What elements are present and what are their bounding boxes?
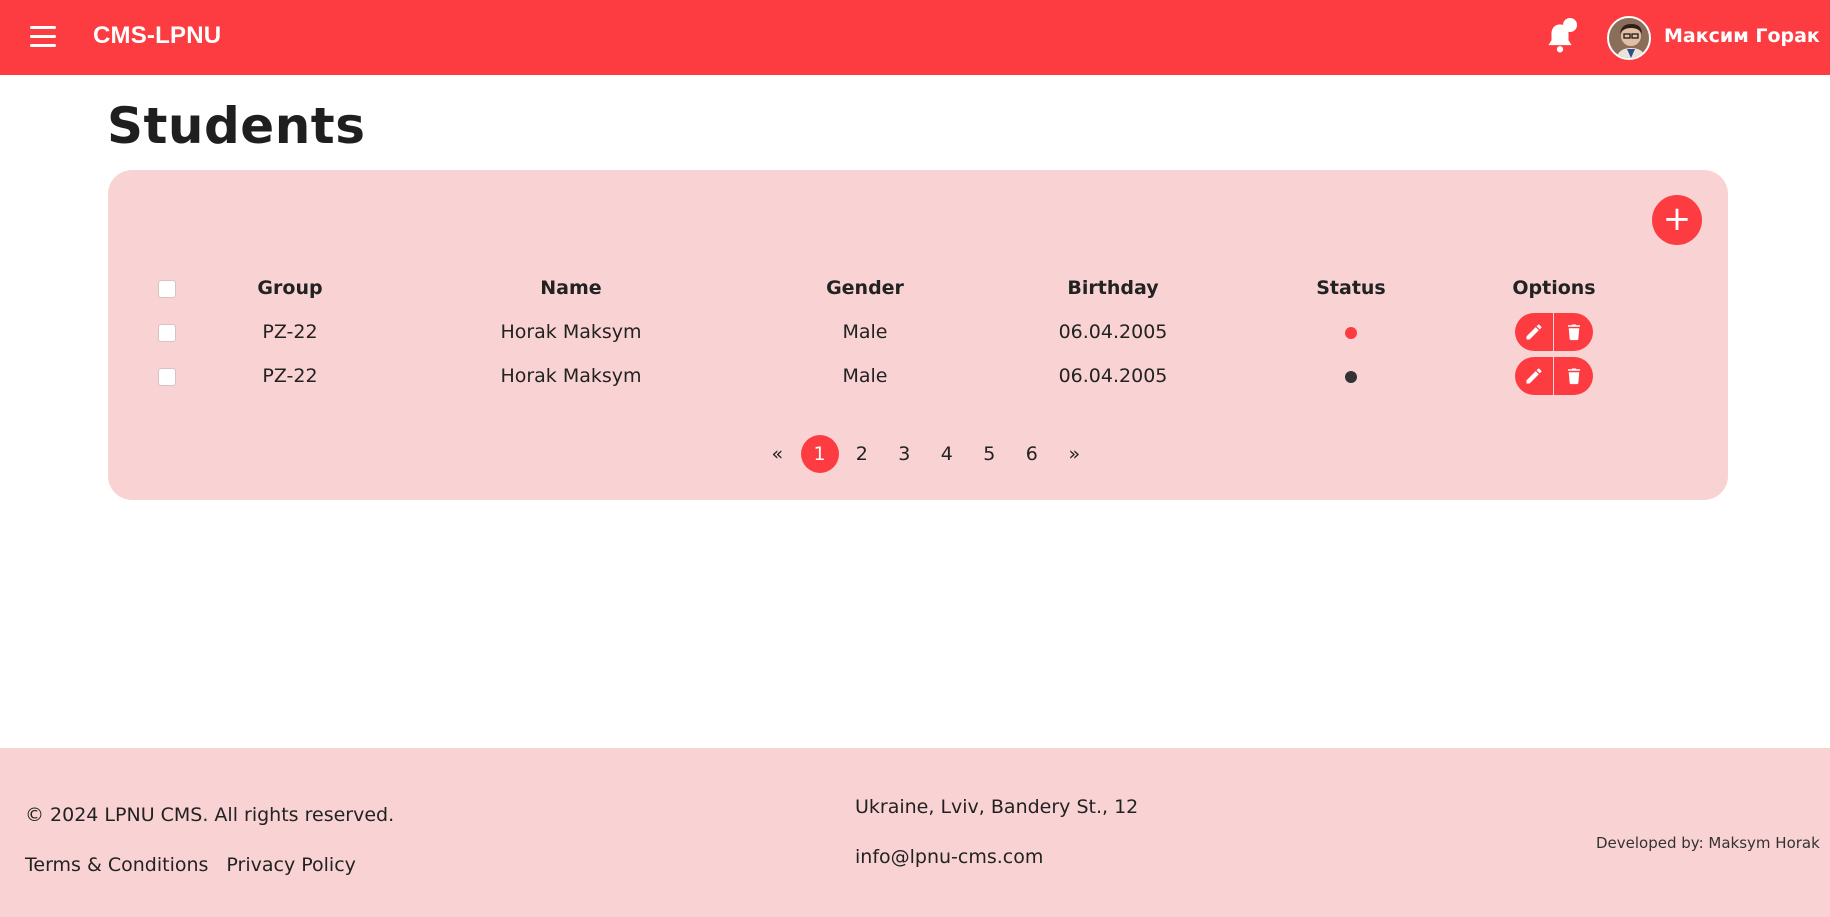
row-checkbox[interactable] bbox=[158, 323, 176, 342]
pagination-page-4[interactable]: 4 bbox=[926, 435, 969, 473]
cell-name: Horak Maksym bbox=[500, 365, 642, 387]
notification-bell-icon[interactable] bbox=[1545, 18, 1579, 54]
table-row: PZ-22 Horak Maksym Male 06.04.2005 bbox=[158, 310, 1646, 354]
brand-logo[interactable]: CMS-LPNU bbox=[93, 22, 221, 50]
pencil-icon bbox=[1526, 368, 1542, 384]
row-checkbox-cell bbox=[158, 310, 182, 354]
pagination-prev[interactable]: « bbox=[756, 435, 799, 473]
pagination-page-2[interactable]: 2 bbox=[841, 435, 884, 473]
row-checkbox[interactable] bbox=[158, 367, 176, 386]
select-all-checkbox[interactable] bbox=[158, 279, 176, 298]
cell-name: Horak Maksym bbox=[500, 321, 642, 343]
plus-icon: + bbox=[1662, 199, 1692, 239]
address-text: Ukraine, Lviv, Bandery St., 12 bbox=[855, 796, 1139, 818]
cell-options bbox=[1462, 310, 1646, 354]
pagination-next[interactable]: » bbox=[1053, 435, 1096, 473]
row-options bbox=[1515, 357, 1593, 395]
status-indicator bbox=[1345, 326, 1357, 339]
pencil-icon bbox=[1526, 324, 1542, 340]
user-name[interactable]: Максим Горак bbox=[1664, 25, 1820, 47]
table-row: PZ-22 Horak Maksym Male 06.04.2005 bbox=[158, 354, 1646, 398]
pagination-page-6[interactable]: 6 bbox=[1011, 435, 1054, 473]
table-header-row: Group Name Gender Birthday Status Option… bbox=[158, 266, 1646, 310]
edit-button[interactable] bbox=[1515, 357, 1554, 395]
avatar[interactable] bbox=[1607, 16, 1651, 60]
cell-gender: Male bbox=[842, 365, 888, 387]
column-header-options: Options bbox=[1512, 277, 1596, 299]
developer-credit: Developed by: Maksym Horak bbox=[1596, 834, 1820, 852]
row-checkbox-cell bbox=[158, 354, 182, 398]
pagination-page-5[interactable]: 5 bbox=[968, 435, 1011, 473]
copyright-text: © 2024 LPNU CMS. All rights reserved. bbox=[25, 804, 395, 826]
email-text[interactable]: info@lpnu-cms.com bbox=[855, 846, 1043, 868]
column-header-birthday: Birthday bbox=[1067, 277, 1159, 299]
pagination-page-1[interactable]: 1 bbox=[800, 435, 839, 473]
pagination-page-3[interactable]: 3 bbox=[883, 435, 926, 473]
footer: © 2024 LPNU CMS. All rights reserved. Te… bbox=[0, 748, 1830, 917]
menu-icon[interactable] bbox=[30, 26, 58, 48]
delete-button[interactable] bbox=[1554, 313, 1593, 351]
cell-options bbox=[1462, 354, 1646, 398]
delete-button[interactable] bbox=[1554, 357, 1593, 395]
cell-group: PZ-22 bbox=[262, 365, 318, 387]
column-header-status: Status bbox=[1316, 277, 1386, 299]
footer-links: Terms & Conditions Privacy Policy bbox=[25, 854, 356, 876]
privacy-link[interactable]: Privacy Policy bbox=[226, 854, 355, 876]
pagination: « 1 2 3 4 5 6 » bbox=[756, 435, 1096, 473]
cell-status bbox=[1240, 310, 1462, 354]
cell-birthday: 06.04.2005 bbox=[1058, 321, 1168, 343]
row-options bbox=[1515, 313, 1593, 351]
edit-button[interactable] bbox=[1515, 313, 1554, 351]
terms-link[interactable]: Terms & Conditions bbox=[25, 854, 208, 876]
page-title: Students bbox=[107, 97, 366, 155]
students-panel: + Group Name Gender Birthday Status Opti… bbox=[108, 170, 1728, 500]
cell-group: PZ-22 bbox=[262, 321, 318, 343]
cell-birthday: 06.04.2005 bbox=[1058, 365, 1168, 387]
column-header-name: Name bbox=[540, 277, 602, 299]
status-indicator bbox=[1345, 370, 1357, 383]
notification-badge bbox=[1563, 18, 1577, 32]
trash-icon bbox=[1567, 324, 1580, 341]
add-student-button[interactable]: + bbox=[1652, 195, 1702, 245]
cell-status bbox=[1240, 354, 1462, 398]
column-header-group: Group bbox=[257, 277, 323, 299]
trash-icon bbox=[1567, 368, 1580, 385]
select-all-cell bbox=[158, 266, 182, 310]
column-header-gender: Gender bbox=[826, 277, 904, 299]
cell-gender: Male bbox=[842, 321, 888, 343]
students-table: Group Name Gender Birthday Status Option… bbox=[158, 266, 1646, 398]
top-navbar: CMS-LPNU Максим Горак bbox=[0, 0, 1830, 75]
